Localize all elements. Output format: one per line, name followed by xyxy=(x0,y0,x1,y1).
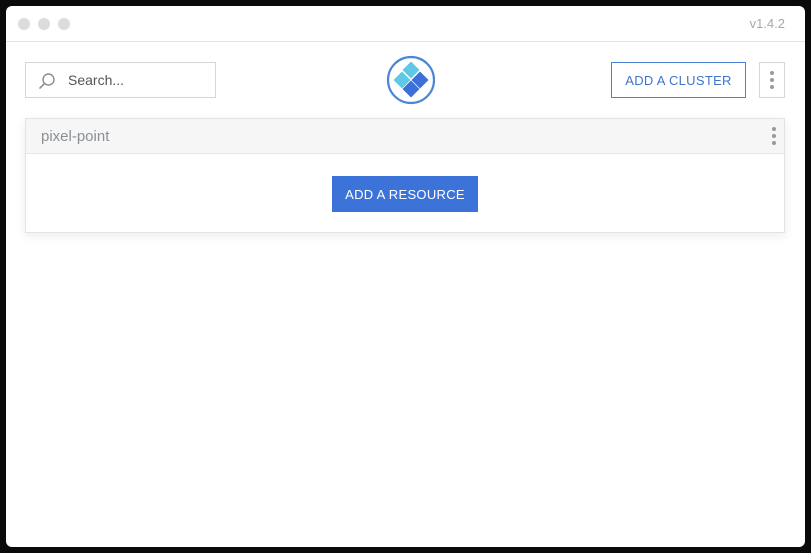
add-cluster-button[interactable]: ADD A CLUSTER xyxy=(611,62,746,98)
cluster-menu-icon[interactable] xyxy=(772,127,776,145)
title-bar: v1.4.2 xyxy=(6,6,805,42)
app-window: v1.4.2 ADD A CLUSTER pixel-point xyxy=(6,6,805,547)
cluster-card: pixel-point ADD A RESOURCE xyxy=(25,118,785,233)
cluster-name: pixel-point xyxy=(41,128,110,145)
window-close-button[interactable] xyxy=(18,18,30,30)
main-menu-button[interactable] xyxy=(759,62,785,98)
search-box[interactable] xyxy=(25,62,216,98)
version-label: v1.4.2 xyxy=(749,16,785,31)
search-icon xyxy=(39,73,55,89)
more-vertical-icon xyxy=(770,71,774,89)
cluster-card-header: pixel-point xyxy=(26,119,784,154)
app-logo-icon xyxy=(386,55,436,105)
search-input[interactable] xyxy=(68,63,208,97)
window-maximize-button[interactable] xyxy=(58,18,70,30)
add-resource-button[interactable]: ADD A RESOURCE xyxy=(332,176,478,212)
window-minimize-button[interactable] xyxy=(38,18,50,30)
